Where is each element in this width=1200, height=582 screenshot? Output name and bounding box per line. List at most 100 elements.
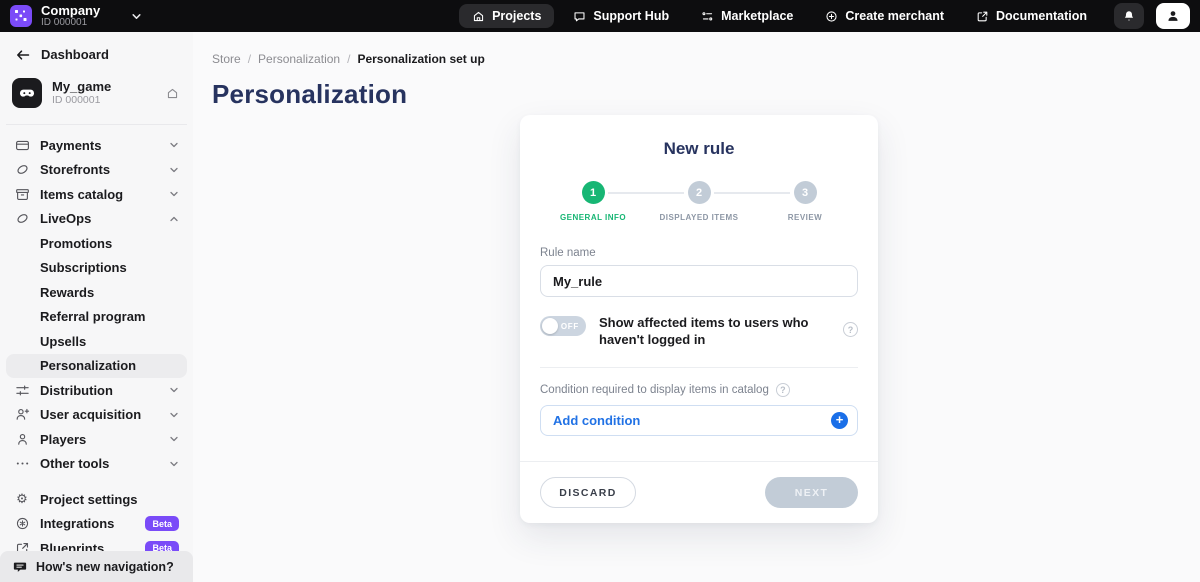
breadcrumb-store[interactable]: Store: [212, 52, 241, 66]
ring-icon: [14, 162, 30, 177]
whats-new-navigation-banner[interactable]: How's new navigation?: [0, 551, 193, 582]
step-label: DISPLAYED ITEMS: [660, 213, 739, 222]
list-icon: [701, 10, 714, 23]
step-review: 3 REVIEW: [752, 181, 858, 222]
sidebar-item-label: Project settings: [40, 492, 179, 507]
step-label: REVIEW: [788, 213, 822, 222]
sliders-icon: [14, 383, 30, 398]
user-icon: [1166, 9, 1180, 23]
sidebar-group-gap: [6, 476, 187, 487]
sidebar-item-label: Subscriptions: [40, 260, 179, 275]
company-id: ID 000001: [41, 17, 100, 28]
topnav-marketplace[interactable]: Marketplace: [688, 4, 806, 28]
company-logo-icon: [10, 5, 32, 27]
account-button[interactable]: [1156, 3, 1190, 29]
sidebar-item-storefronts[interactable]: Storefronts: [6, 158, 187, 183]
discard-button[interactable]: DISCARD: [540, 477, 636, 508]
topnav-documentation[interactable]: Documentation: [963, 4, 1100, 28]
topnav-projects-label: Projects: [492, 9, 541, 23]
step-number: 3: [794, 181, 817, 204]
sidebar-item-promotions[interactable]: Promotions: [6, 231, 187, 256]
modal-footer: DISCARD NEXT: [520, 461, 878, 523]
sidebar-item-label: Other tools: [40, 456, 159, 471]
project-selector[interactable]: My_game ID 000001: [0, 72, 193, 114]
sidebar-item-upsells[interactable]: Upsells: [6, 329, 187, 354]
step-indicator: 1 GENERAL INFO 2 DISPLAYED ITEMS 3 REVIE…: [540, 181, 858, 222]
gear-icon: ⚙: [14, 492, 30, 507]
topnav-marketplace-label: Marketplace: [721, 9, 793, 23]
toggle-state-label: OFF: [561, 316, 579, 336]
new-rule-modal: New rule 1 GENERAL INFO 2 DISPLAYED ITEM…: [520, 115, 878, 523]
add-condition-button[interactable]: Add condition +: [540, 405, 858, 436]
topnav-support-hub-label: Support Hub: [593, 9, 669, 23]
sidebar-item-liveops[interactable]: LiveOps: [6, 207, 187, 232]
breadcrumb: Store / Personalization / Personalizatio…: [193, 32, 1200, 66]
chevron-up-icon: [169, 214, 179, 224]
toggle-description: Show affected items to users who haven't…: [599, 314, 830, 348]
topnav-support-hub[interactable]: Support Hub: [560, 4, 682, 28]
sidebar-item-rewards[interactable]: Rewards: [6, 280, 187, 305]
step-number: 2: [688, 181, 711, 204]
step-displayed-items: 2 DISPLAYED ITEMS: [646, 181, 752, 222]
next-button[interactable]: NEXT: [765, 477, 858, 508]
sidebar-item-distribution[interactable]: Distribution: [6, 378, 187, 403]
sidebar-item-personalization[interactable]: Personalization: [6, 354, 187, 379]
chevron-down-icon: [169, 459, 179, 469]
plus-circle-icon: +: [831, 412, 848, 429]
sidebar-item-label: Promotions: [40, 236, 179, 251]
sidebar-item-referral-program[interactable]: Referral program: [6, 305, 187, 330]
sidebar-item-subscriptions[interactable]: Subscriptions: [6, 256, 187, 281]
section-divider: [540, 367, 858, 368]
breadcrumb-personalization[interactable]: Personalization: [258, 52, 340, 66]
sidebar: Dashboard My_game ID 000001 Payments Sto…: [0, 32, 193, 582]
ellipsis-icon: [14, 456, 30, 471]
sidebar-item-label: Referral program: [40, 309, 179, 324]
banner-label: How's new navigation?: [36, 560, 174, 574]
card-icon: [14, 138, 30, 153]
sidebar-item-label: Payments: [40, 138, 159, 153]
home-icon: [472, 10, 485, 23]
step-number: 1: [582, 181, 605, 204]
sidebar-divider: [6, 124, 187, 125]
sidebar-item-label: Items catalog: [40, 187, 159, 202]
sidebar-item-label: Personalization: [40, 358, 179, 373]
topnav-projects[interactable]: Projects: [459, 4, 554, 28]
modal-title: New rule: [540, 139, 858, 159]
chevron-down-icon: [169, 140, 179, 150]
arrow-left-icon: [16, 49, 30, 61]
sidebar-item-other-tools[interactable]: Other tools: [6, 452, 187, 477]
notifications-button[interactable]: [1114, 3, 1144, 29]
company-switcher[interactable]: Company ID 000001: [10, 4, 142, 28]
page-title: Personalization: [193, 66, 1200, 110]
chevron-down-icon: [169, 189, 179, 199]
sidebar-item-payments[interactable]: Payments: [6, 133, 187, 158]
chevron-down-icon[interactable]: [131, 11, 142, 22]
project-name: My_game: [52, 80, 156, 94]
sidebar-item-label: Upsells: [40, 334, 179, 349]
sidebar-item-project-settings[interactable]: ⚙ Project settings: [6, 487, 187, 512]
topnav-create-merchant[interactable]: Create merchant: [812, 4, 957, 28]
sidebar-item-items-catalog[interactable]: Items catalog: [6, 182, 187, 207]
help-icon[interactable]: ?: [776, 383, 790, 397]
breadcrumb-current: Personalization set up: [357, 52, 484, 66]
chevron-down-icon: [169, 410, 179, 420]
show-affected-toggle[interactable]: OFF: [540, 316, 586, 336]
sidebar-item-players[interactable]: Players: [6, 427, 187, 452]
chat-bubble-icon: [13, 560, 27, 574]
home-icon[interactable]: [166, 87, 179, 100]
back-to-dashboard[interactable]: Dashboard: [0, 32, 193, 72]
sidebar-item-user-acquisition[interactable]: User acquisition: [6, 403, 187, 428]
user-icon: [14, 432, 30, 447]
rule-name-input[interactable]: [540, 265, 858, 297]
gamepad-icon: [12, 78, 42, 108]
chevron-down-icon: [169, 434, 179, 444]
help-icon[interactable]: ?: [843, 322, 858, 337]
back-label: Dashboard: [41, 47, 109, 62]
topnav-documentation-label: Documentation: [996, 9, 1087, 23]
archive-icon: [14, 187, 30, 202]
project-id: ID 000001: [52, 94, 156, 106]
rule-name-label: Rule name: [540, 247, 858, 259]
sidebar-item-label: Storefronts: [40, 162, 159, 177]
sidebar-item-label: Rewards: [40, 285, 179, 300]
sidebar-item-integrations[interactable]: Integrations Beta: [6, 512, 187, 537]
